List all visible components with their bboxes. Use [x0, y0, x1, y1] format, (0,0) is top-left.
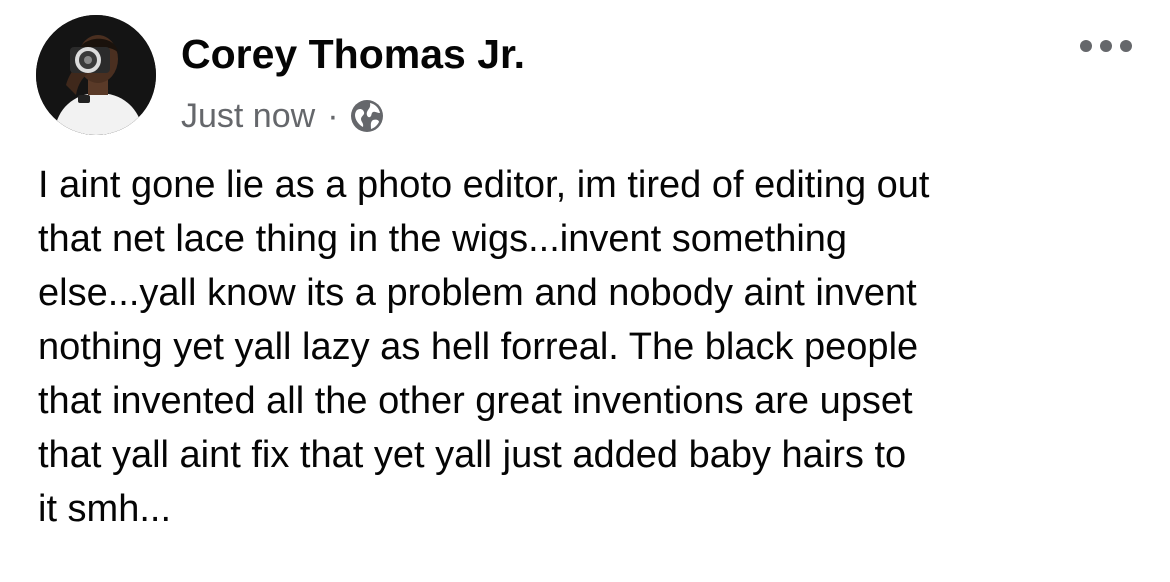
ellipsis-icon-dot	[1080, 40, 1092, 52]
avatar-photo	[36, 15, 156, 135]
meta-separator: ·	[327, 97, 339, 135]
ellipsis-icon-dot	[1100, 40, 1112, 52]
author-name[interactable]: Corey Thomas Jr.	[181, 30, 525, 78]
post-text: I aint gone lie as a photo editor, im ti…	[38, 164, 930, 530]
post-header: Corey Thomas Jr. Just now ·	[0, 0, 1170, 150]
post-meta: Just now ·	[181, 94, 385, 138]
more-options-button[interactable]	[1076, 34, 1136, 58]
ellipsis-icon-dot	[1120, 40, 1132, 52]
globe-icon[interactable]	[349, 98, 385, 134]
post-timestamp[interactable]: Just now	[181, 94, 315, 138]
facebook-post: Corey Thomas Jr. Just now · I aint gone …	[0, 0, 1170, 582]
avatar[interactable]	[36, 15, 156, 135]
